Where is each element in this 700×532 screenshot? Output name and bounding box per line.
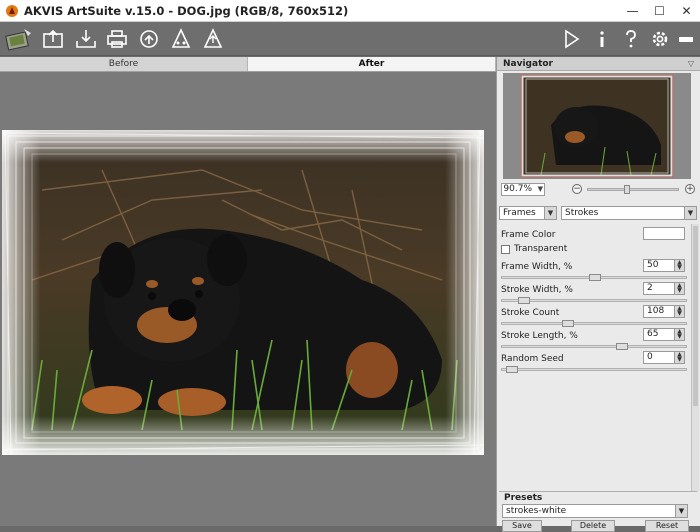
- settings-panel: Navigator ▽ 90.7% ▼ − + Frames ▼ Strokes…: [496, 57, 700, 532]
- parameters-list: Frame Color Transparent Frame Width, % 5…: [497, 224, 693, 494]
- frame-width-value: 50: [647, 260, 659, 270]
- category-value: Frames: [503, 208, 536, 218]
- preset-value: strokes-white: [506, 506, 567, 516]
- spinner-icon[interactable]: ▲ ▼: [674, 352, 684, 363]
- image-canvas[interactable]: [0, 72, 496, 526]
- stroke-count-slider[interactable]: [501, 320, 687, 327]
- preset-dropdown[interactable]: strokes-white ▼: [502, 504, 688, 518]
- frame-color-swatch[interactable]: [643, 227, 685, 240]
- open-icon[interactable]: [41, 27, 65, 51]
- panel-scrollbar[interactable]: [691, 224, 699, 492]
- info-icon[interactable]: [590, 27, 614, 51]
- title-bar: AKVIS ArtSuite v.15.0 - DOG.jpg (RGB/8, …: [0, 0, 700, 22]
- zoom-slider[interactable]: [587, 185, 679, 194]
- zoom-level-field[interactable]: 90.7% ▼: [501, 183, 545, 196]
- spinner-icon[interactable]: ▲ ▼: [674, 260, 684, 271]
- random-seed-slider[interactable]: [501, 366, 687, 373]
- stroke-length-label: Stroke Length, %: [501, 331, 578, 341]
- chevron-down-icon[interactable]: ▼: [684, 207, 696, 219]
- random-seed-row: Random Seed 0 ▲ ▼: [501, 351, 689, 373]
- stroke-width-handle[interactable]: [518, 297, 530, 304]
- navigator-thumbnail[interactable]: [521, 75, 673, 177]
- print-icon[interactable]: [105, 27, 129, 51]
- frame-width-handle[interactable]: [589, 274, 601, 281]
- navigator-header[interactable]: Navigator ▽: [497, 57, 700, 71]
- upload-icon[interactable]: [201, 27, 225, 51]
- frame-color-label: Frame Color: [501, 230, 556, 240]
- random-seed-input[interactable]: 0 ▲ ▼: [643, 351, 685, 364]
- stroke-length-row: Stroke Length, % 65 ▲ ▼: [501, 328, 689, 350]
- save-preset-button[interactable]: Save: [502, 520, 542, 532]
- spinner-icon[interactable]: ▲ ▼: [674, 306, 684, 317]
- toolbar: [0, 22, 700, 56]
- presets-section: Presets strokes-white ▼ Save Delete Rese…: [499, 491, 697, 532]
- zoom-controls: 90.7% ▼ − +: [501, 183, 697, 197]
- random-seed-handle[interactable]: [506, 366, 518, 373]
- frame-width-input[interactable]: 50 ▲ ▼: [643, 259, 685, 272]
- transparent-checkbox[interactable]: [501, 245, 510, 254]
- transparent-row: Transparent: [501, 243, 689, 256]
- stroke-width-input[interactable]: 2 ▲ ▼: [643, 282, 685, 295]
- frame-color-row: Frame Color: [501, 227, 689, 242]
- navigator-title: Navigator: [503, 59, 553, 69]
- close-button[interactable]: ✕: [673, 0, 700, 22]
- collapse-arrow-icon[interactable]: ▽: [688, 57, 694, 71]
- zoom-dropdown-icon[interactable]: ▼: [538, 184, 543, 195]
- save-icon[interactable]: [74, 27, 98, 51]
- delete-preset-button[interactable]: Delete: [571, 520, 615, 532]
- transparent-label: Transparent: [514, 244, 568, 254]
- dog-photo: [2, 130, 484, 455]
- maximize-button[interactable]: ☐: [646, 0, 673, 22]
- zoom-level-value: 90.7%: [503, 184, 532, 194]
- stroke-count-row: Stroke Count 108 ▲ ▼: [501, 305, 689, 327]
- effect-selectors: Frames ▼ Strokes ▼: [499, 206, 699, 221]
- zoom-in-button[interactable]: +: [685, 184, 695, 194]
- stroke-count-handle[interactable]: [562, 320, 574, 327]
- reset-preset-button[interactable]: Reset: [645, 520, 689, 532]
- scrollbar-thumb[interactable]: [693, 226, 698, 406]
- stroke-length-input[interactable]: 65 ▲ ▼: [643, 328, 685, 341]
- stroke-count-input[interactable]: 108 ▲ ▼: [643, 305, 685, 318]
- artsuite-logo-icon[interactable]: [4, 27, 34, 51]
- spinner-icon[interactable]: ▲ ▼: [674, 329, 684, 340]
- minimize-panel-icon[interactable]: [674, 27, 698, 51]
- app-logo-icon: [6, 4, 18, 17]
- stroke-width-value: 2: [647, 283, 653, 293]
- view-tabs: Before After: [0, 57, 496, 72]
- window-title: AKVIS ArtSuite v.15.0 - DOG.jpg (RGB/8, …: [24, 3, 349, 18]
- stroke-length-handle[interactable]: [616, 343, 628, 350]
- stroke-width-row: Stroke Width, % 2 ▲ ▼: [501, 282, 689, 304]
- settings-icon[interactable]: [648, 27, 672, 51]
- batch-icon[interactable]: [169, 27, 193, 51]
- stroke-count-value: 108: [647, 306, 665, 316]
- stroke-length-value: 65: [647, 329, 659, 339]
- tab-after[interactable]: After: [248, 57, 496, 71]
- effect-type-value: Strokes: [565, 208, 599, 218]
- effect-type-dropdown[interactable]: Strokes ▼: [561, 206, 697, 220]
- help-icon[interactable]: [619, 27, 643, 51]
- chevron-down-icon[interactable]: ▼: [675, 505, 687, 517]
- category-dropdown[interactable]: Frames ▼: [499, 206, 557, 220]
- spinner-icon[interactable]: ▲ ▼: [674, 283, 684, 294]
- random-seed-label: Random Seed: [501, 354, 564, 364]
- presets-title: Presets: [499, 491, 697, 504]
- minimize-button[interactable]: —: [619, 0, 646, 22]
- tab-before[interactable]: Before: [0, 57, 248, 71]
- zoom-out-button[interactable]: −: [572, 184, 582, 194]
- stroke-count-label: Stroke Count: [501, 308, 560, 318]
- frame-width-label: Frame Width, %: [501, 262, 573, 272]
- stroke-width-slider[interactable]: [501, 297, 687, 304]
- frame-width-slider[interactable]: [501, 274, 687, 281]
- stroke-length-slider[interactable]: [501, 343, 687, 350]
- run-icon[interactable]: [559, 27, 583, 51]
- stroke-width-label: Stroke Width, %: [501, 285, 573, 295]
- random-seed-value: 0: [647, 352, 653, 362]
- share-icon[interactable]: [137, 27, 161, 51]
- chevron-down-icon[interactable]: ▼: [544, 207, 556, 219]
- frame-width-row: Frame Width, % 50 ▲ ▼: [501, 259, 689, 281]
- navigator-preview[interactable]: [503, 73, 691, 179]
- zoom-slider-handle[interactable]: [624, 185, 630, 194]
